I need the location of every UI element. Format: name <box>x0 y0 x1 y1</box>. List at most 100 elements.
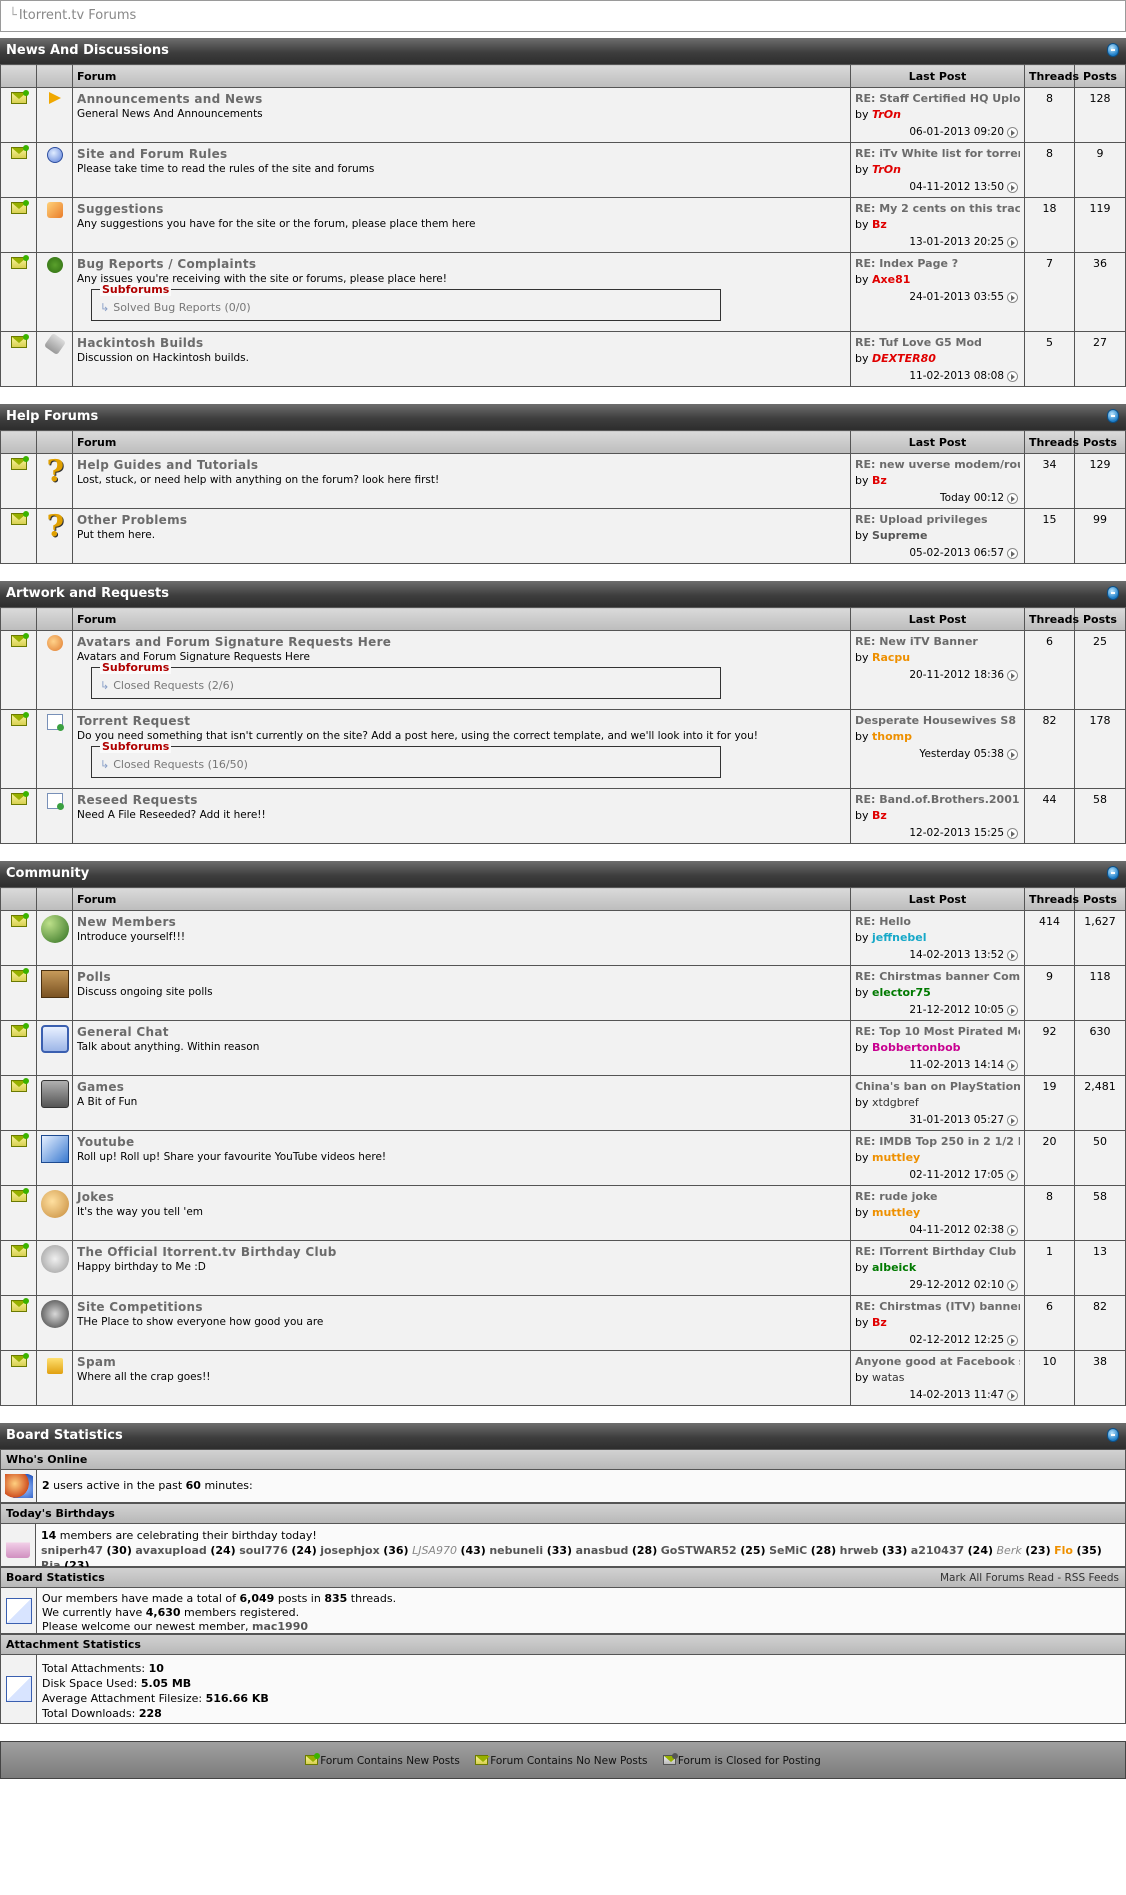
last-post-title-link[interactable]: RE: rude joke <box>855 1190 1020 1203</box>
last-post-author-link[interactable]: Bz <box>872 1316 887 1329</box>
mark-all-read-link[interactable]: Mark All Forums Read <box>940 1572 1054 1584</box>
last-post-author-link[interactable]: albeick <box>872 1261 916 1274</box>
birthday-member-link[interactable]: avaxupload <box>135 1544 206 1557</box>
forum-title-link[interactable]: Jokes <box>77 1190 846 1204</box>
last-post-author-link[interactable]: muttley <box>872 1151 920 1164</box>
birthday-member-link[interactable]: hrweb <box>840 1544 879 1557</box>
go-to-last-post-icon[interactable] <box>1007 1059 1018 1071</box>
last-post-title-link[interactable]: RE: Upload privileges <box>855 513 1020 526</box>
go-to-last-post-icon[interactable] <box>1007 1004 1018 1016</box>
breadcrumb-title[interactable]: Itorrent.tv Forums <box>19 8 136 23</box>
last-post-title-link[interactable]: Anyone good at Facebook snatch... <box>855 1355 1020 1368</box>
forum-title-link[interactable]: Site and Forum Rules <box>77 147 846 161</box>
category-title[interactable]: Community <box>6 866 89 881</box>
last-post-author-link[interactable]: Bz <box>872 809 887 822</box>
last-post-title-link[interactable]: RE: iTv White list for torrent... <box>855 147 1020 160</box>
last-post-title-link[interactable]: RE: Staff Certified HQ Uploads <box>855 92 1020 105</box>
go-to-last-post-icon[interactable] <box>1007 1224 1018 1236</box>
go-to-last-post-icon[interactable] <box>1007 126 1018 138</box>
go-to-last-post-icon[interactable] <box>1007 370 1018 382</box>
birthday-member-link[interactable]: LJSA970 <box>412 1544 457 1557</box>
collapse-icon[interactable] <box>1107 866 1119 880</box>
collapse-icon[interactable] <box>1107 43 1119 57</box>
last-post-title-link[interactable]: RE: New iTV Banner <box>855 635 1020 648</box>
forum-title-link[interactable]: Other Problems <box>77 513 846 527</box>
go-to-last-post-icon[interactable] <box>1007 827 1018 839</box>
last-post-title-link[interactable]: RE: new uverse modem/router <box>855 458 1020 471</box>
go-to-last-post-icon[interactable] <box>1007 547 1018 559</box>
last-post-author-link[interactable]: Bz <box>872 474 887 487</box>
last-post-author-link[interactable]: muttley <box>872 1206 920 1219</box>
birthday-member-link[interactable]: GoSTWAR52 <box>661 1544 737 1557</box>
last-post-title-link[interactable]: RE: Top 10 Most Pirated Movie... <box>855 1025 1020 1038</box>
collapse-icon[interactable] <box>1107 586 1119 600</box>
birthday-member-link[interactable]: Flo <box>1054 1544 1073 1557</box>
go-to-last-post-icon[interactable] <box>1007 1389 1018 1401</box>
go-to-last-post-icon[interactable] <box>1007 748 1018 760</box>
last-post-title-link[interactable]: RE: Band.of.Brothers.2001.Blur... <box>855 793 1020 806</box>
last-post-title-link[interactable]: RE: Chirstmas (ITV) banner C... <box>855 1300 1020 1313</box>
last-post-title-link[interactable]: RE: Tuf Love G5 Mod <box>855 336 1020 349</box>
last-post-author-link[interactable]: Axe81 <box>872 273 910 286</box>
birthday-member-link[interactable]: a210437 <box>911 1544 964 1557</box>
forum-title-link[interactable]: Spam <box>77 1355 846 1369</box>
birthday-member-link[interactable]: sniperh47 <box>41 1544 103 1557</box>
category-title[interactable]: Artwork and Requests <box>6 586 169 601</box>
subforum-name[interactable]: Closed Requests <box>113 679 204 692</box>
last-post-author-link[interactable]: xtdgbref <box>872 1096 919 1109</box>
category-title[interactable]: Help Forums <box>6 409 98 424</box>
birthday-member-link[interactable]: anasbud <box>576 1544 629 1557</box>
go-to-last-post-icon[interactable] <box>1007 1114 1018 1126</box>
collapse-icon[interactable] <box>1107 409 1119 423</box>
last-post-author-link[interactable]: Bobbertonbob <box>872 1041 961 1054</box>
birthday-member-link[interactable]: josephjox <box>320 1544 379 1557</box>
birthday-member-link[interactable]: Berk <box>997 1544 1022 1557</box>
go-to-last-post-icon[interactable] <box>1007 1169 1018 1181</box>
last-post-author-link[interactable]: jeffnebel <box>872 931 927 944</box>
last-post-title-link[interactable]: China's ban on PlayStation, Wi... <box>855 1080 1020 1093</box>
go-to-last-post-icon[interactable] <box>1007 669 1018 681</box>
go-to-last-post-icon[interactable] <box>1007 291 1018 303</box>
forum-title-link[interactable]: Polls <box>77 970 846 984</box>
go-to-last-post-icon[interactable] <box>1007 1279 1018 1291</box>
birthday-member-link[interactable]: SeMiC <box>769 1544 807 1557</box>
forum-title-link[interactable]: New Members <box>77 915 846 929</box>
forum-title-link[interactable]: Hackintosh Builds <box>77 336 846 350</box>
birthday-member-link[interactable]: nebuneli <box>489 1544 543 1557</box>
forum-title-link[interactable]: Youtube <box>77 1135 846 1149</box>
subforum-link[interactable]: ↳ Closed Requests (2/6) <box>100 679 712 692</box>
forum-title-link[interactable]: Help Guides and Tutorials <box>77 458 846 472</box>
forum-title-link[interactable]: The Official Itorrent.tv Birthday Club <box>77 1245 846 1259</box>
last-post-title-link[interactable]: RE: Chirstmas banner Competiti... <box>855 970 1020 983</box>
last-post-title-link[interactable]: RE: My 2 cents on this tracker <box>855 202 1020 215</box>
last-post-author-link[interactable]: elector75 <box>872 986 931 999</box>
rss-feeds-link[interactable]: RSS Feeds <box>1065 1572 1119 1584</box>
forum-title-link[interactable]: Suggestions <box>77 202 846 216</box>
forum-title-link[interactable]: Bug Reports / Complaints <box>77 257 846 271</box>
last-post-title-link[interactable]: RE: ITorrent Birthday Club <box>855 1245 1020 1258</box>
birthday-member-link[interactable]: soul776 <box>239 1544 288 1557</box>
go-to-last-post-icon[interactable] <box>1007 236 1018 248</box>
forum-title-link[interactable]: Avatars and Forum Signature Requests Her… <box>77 635 846 649</box>
last-post-title-link[interactable]: RE: Hello <box>855 915 1020 928</box>
subforum-link[interactable]: ↳ Solved Bug Reports (0/0) <box>100 301 712 314</box>
last-post-title-link[interactable]: RE: IMDB Top 250 in 2 1/2 Min... <box>855 1135 1020 1148</box>
last-post-author-link[interactable]: TrOn <box>872 108 901 121</box>
forum-title-link[interactable]: Announcements and News <box>77 92 846 106</box>
go-to-last-post-icon[interactable] <box>1007 492 1018 504</box>
forum-title-link[interactable]: Reseed Requests <box>77 793 846 807</box>
forum-title-link[interactable]: Site Competitions <box>77 1300 846 1314</box>
last-post-author-link[interactable]: Racpu <box>872 651 910 664</box>
subforum-name[interactable]: Closed Requests <box>113 758 204 771</box>
forum-title-link[interactable]: Torrent Request <box>77 714 846 728</box>
last-post-title-link[interactable]: Desperate Housewives S8 - fina... <box>855 714 1020 727</box>
last-post-author-link[interactable]: thomp <box>872 730 912 743</box>
go-to-last-post-icon[interactable] <box>1007 949 1018 961</box>
subforum-link[interactable]: ↳ Closed Requests (16/50) <box>100 758 712 771</box>
last-post-author-link[interactable]: watas <box>872 1371 905 1384</box>
go-to-last-post-icon[interactable] <box>1007 1334 1018 1346</box>
forum-title-link[interactable]: General Chat <box>77 1025 846 1039</box>
collapse-icon[interactable] <box>1107 1428 1119 1442</box>
last-post-author-link[interactable]: Supreme <box>872 529 927 542</box>
subforum-name[interactable]: Solved Bug Reports <box>113 301 221 314</box>
